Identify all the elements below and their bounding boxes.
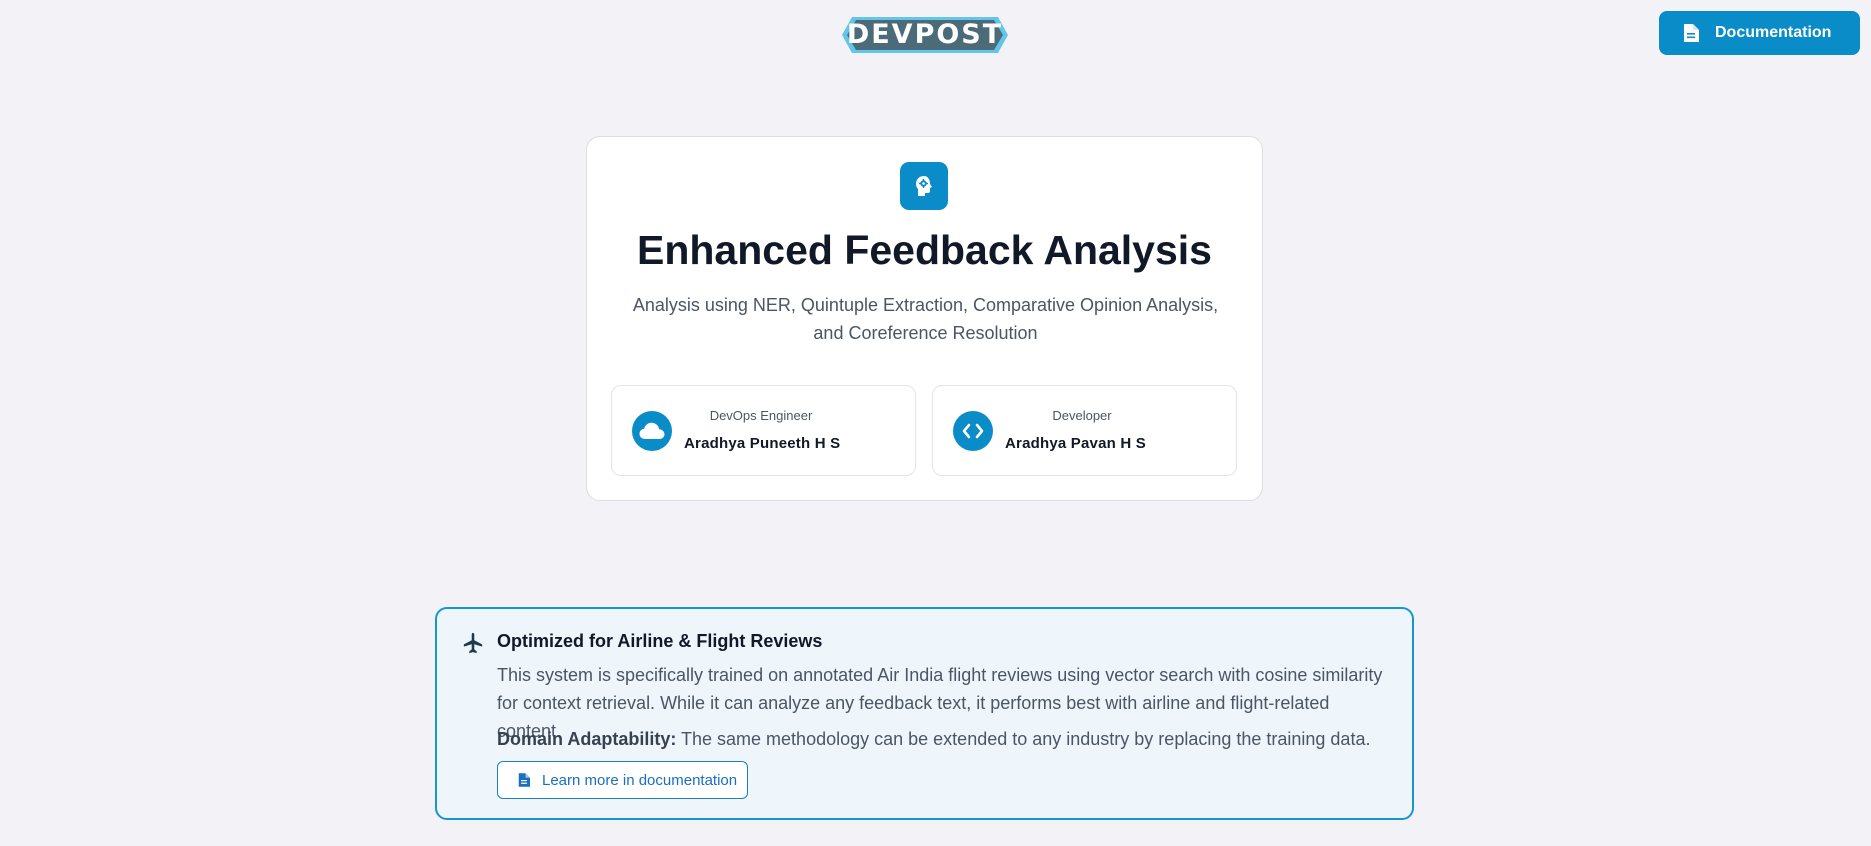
page: DEVPOST Documentation Enhanced Feedback … xyxy=(0,0,1871,846)
learn-more-label: Learn more in documentation xyxy=(542,771,738,789)
plane-icon xyxy=(463,632,483,654)
hero-title: Enhanced Feedback Analysis xyxy=(637,227,1212,273)
hero-card: Enhanced Feedback Analysis Analysis usin… xyxy=(586,136,1263,501)
domain-adaptability-body: The same methodology can be extended to … xyxy=(676,729,1371,749)
member-name: Aradhya Puneeth H S xyxy=(684,435,841,452)
domain-adaptability-label: Domain Adaptability: xyxy=(497,729,677,749)
airline-info-panel: Optimized for Airline & Flight Reviews T… xyxy=(435,607,1414,820)
documentation-label: Documentation xyxy=(1715,24,1832,41)
hero-subtitle-line-2: and Coreference Resolution xyxy=(813,323,1038,343)
hero-subtitle: Analysis using NER, Quintuple Extraction… xyxy=(627,291,1224,347)
code-icon xyxy=(953,411,993,451)
devpost-logo[interactable]: DEVPOST xyxy=(842,17,1008,53)
learn-more-button[interactable]: Learn more in documentation xyxy=(497,761,748,799)
hero-subtitle-line-1: Analysis using NER, Quintuple Extraction… xyxy=(632,295,1219,315)
logo-text: DEVPOST xyxy=(846,19,1004,50)
cloud-icon xyxy=(632,411,672,451)
documentation-button[interactable]: Documentation xyxy=(1659,11,1860,55)
member-name: Aradhya Pavan H S xyxy=(1005,435,1146,452)
brain-gear-icon xyxy=(900,162,948,210)
domain-adaptability-text: Domain Adaptability: The same methodolog… xyxy=(497,727,1397,751)
document-icon xyxy=(518,773,530,787)
team-member-card-developer: Developer Aradhya Pavan H S xyxy=(932,385,1237,476)
member-role: DevOps Engineer xyxy=(709,408,813,423)
team-member-card-devops: DevOps Engineer Aradhya Puneeth H S xyxy=(611,385,916,476)
member-role: Developer xyxy=(1052,408,1112,423)
info-title: Optimized for Airline & Flight Reviews xyxy=(497,631,823,651)
document-icon xyxy=(1684,24,1699,42)
